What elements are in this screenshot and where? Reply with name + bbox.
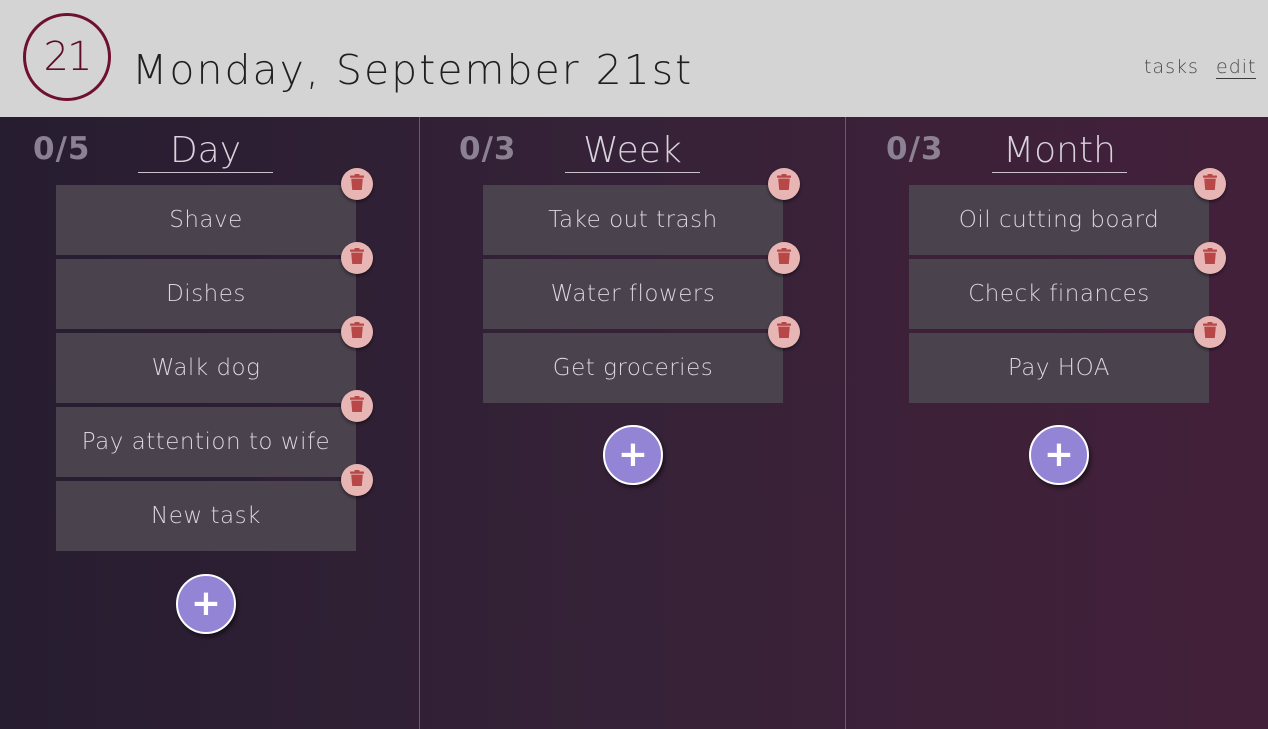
task-item[interactable]: Walk dog (56, 333, 356, 403)
trash-icon (777, 322, 791, 342)
column-week: 0/3 Week Take out trash Water flowers Ge… (420, 117, 845, 729)
delete-task-button[interactable] (768, 316, 800, 348)
trash-icon (777, 248, 791, 268)
add-task-button[interactable]: + (176, 574, 236, 634)
task-item[interactable]: Oil cutting board (909, 185, 1209, 255)
delete-task-button[interactable] (341, 168, 373, 200)
trash-icon (1203, 174, 1217, 194)
column-title: Day (138, 129, 273, 173)
task-item[interactable]: Pay HOA (909, 333, 1209, 403)
plus-icon: + (1043, 434, 1075, 475)
trash-icon (1203, 322, 1217, 342)
date-title: Monday, September 21st (132, 46, 694, 94)
task-item[interactable]: New task (56, 481, 356, 551)
add-task-button[interactable]: + (603, 425, 663, 485)
trash-icon (350, 248, 364, 268)
header: 21 Monday, September 21st tasks edit (0, 0, 1268, 117)
plus-icon: + (190, 583, 222, 624)
add-task-button[interactable]: + (1029, 425, 1089, 485)
task-item[interactable]: Pay attention to wife (56, 407, 356, 477)
task-item[interactable]: Water flowers (483, 259, 783, 329)
delete-task-button[interactable] (1194, 168, 1226, 200)
trash-icon (777, 174, 791, 194)
column-title: Month (992, 129, 1127, 173)
task-item[interactable]: Take out trash (483, 185, 783, 255)
delete-task-button[interactable] (341, 242, 373, 274)
column-month: 0/3 Month Oil cutting board Check financ… (846, 117, 1268, 729)
completion-count: 0/3 (886, 131, 944, 167)
trash-icon (350, 396, 364, 416)
delete-task-button[interactable] (341, 390, 373, 422)
delete-task-button[interactable] (1194, 242, 1226, 274)
column-title: Week (565, 129, 700, 173)
task-item[interactable]: Get groceries (483, 333, 783, 403)
trash-icon (350, 174, 364, 194)
plus-icon: + (617, 434, 649, 475)
task-item[interactable]: Dishes (56, 259, 356, 329)
day-number-badge: 21 (23, 13, 111, 101)
trash-icon (350, 322, 364, 342)
task-board: 0/5 Day Shave Dishes Walk dog Pay attent… (0, 117, 1268, 729)
delete-task-button[interactable] (768, 242, 800, 274)
delete-task-button[interactable] (341, 464, 373, 496)
delete-task-button[interactable] (768, 168, 800, 200)
delete-task-button[interactable] (341, 316, 373, 348)
trash-icon (350, 470, 364, 490)
nav-edit-link[interactable]: edit (1216, 56, 1257, 79)
day-number: 21 (43, 34, 93, 80)
task-item[interactable]: Check finances (909, 259, 1209, 329)
column-day: 0/5 Day Shave Dishes Walk dog Pay attent… (0, 117, 419, 729)
completion-count: 0/5 (33, 131, 91, 167)
nav-tasks-link[interactable]: tasks (1144, 56, 1199, 78)
task-item[interactable]: Shave (56, 185, 356, 255)
trash-icon (1203, 248, 1217, 268)
completion-count: 0/3 (459, 131, 517, 167)
delete-task-button[interactable] (1194, 316, 1226, 348)
